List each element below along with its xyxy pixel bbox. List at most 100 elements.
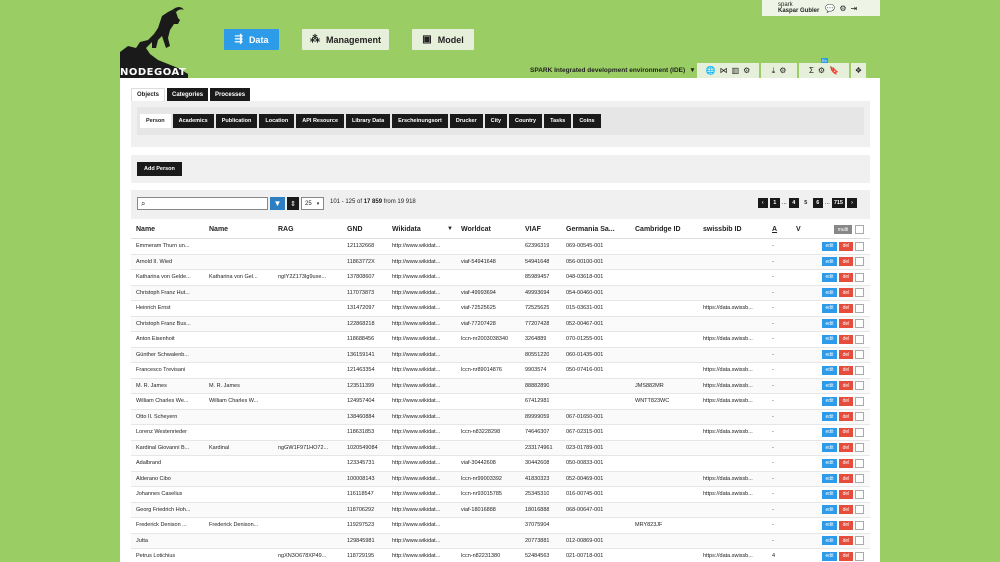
pager-page-4[interactable]: 4 [788,198,799,208]
pager-page-6[interactable]: 6 [812,198,823,208]
nav-data-button[interactable]: ⇶ Data [224,29,279,50]
delete-button[interactable]: del [839,474,853,483]
layers-tool[interactable]: ❖ [851,63,866,78]
edit-button[interactable]: edit [822,412,837,421]
column-header-name-2[interactable]: Name [209,226,228,233]
delete-button[interactable]: del [839,272,853,282]
row-checkbox[interactable] [855,334,864,344]
analysis-tool-group[interactable]: 🌐 ⋈ ▥ ⚙ [697,63,759,78]
table-row[interactable]: Johannes Caselius 116118547 http://www.wik… [131,487,870,503]
row-checkbox[interactable] [855,319,864,328]
row-checkbox[interactable] [855,536,864,545]
row-checkbox[interactable] [855,443,864,452]
type-tab-publication[interactable]: Publication [215,114,258,128]
delete-button[interactable]: del [839,412,853,421]
row-checkbox[interactable] [855,412,864,421]
delete-button[interactable]: del [839,241,853,251]
column-header-germania-sacra[interactable]: Germania Sa... [566,226,615,233]
share-icon[interactable]: ⋈ [720,66,728,75]
settings-icon[interactable]: ⚙ [743,66,750,75]
column-header-rag[interactable]: RAG [278,226,294,233]
delete-button[interactable]: del [839,334,853,344]
row-checkbox[interactable] [855,365,864,375]
edit-button[interactable]: edit [822,520,837,530]
table-row[interactable]: Georg Friedrich Hoh... 118706292 http://ww… [131,502,870,518]
type-tab-erscheinungsort[interactable]: Erscheinungsort [392,114,448,128]
filter-button[interactable]: ▼ [270,197,285,210]
layers-icon[interactable]: ❖ [855,66,862,75]
pager-prev[interactable]: ‹ [757,198,768,208]
delete-button[interactable]: del [839,303,853,313]
type-tab-academics[interactable]: Academics [172,114,214,128]
column-header-worldcat[interactable]: Worldcat [461,226,491,233]
column-header-swissbib-id[interactable]: swissbib ID [703,226,742,233]
table-row[interactable]: Christoph Franz Hut... 117073873 http://ww… [131,285,870,301]
column-header-viaf[interactable]: VIAF [525,226,541,233]
delete-button[interactable]: del [839,427,853,437]
type-tab-tasks[interactable]: Tasks [544,114,572,128]
type-tab-person[interactable]: Person [140,114,171,128]
type-tab-api-resource[interactable]: API Resource [296,114,345,128]
table-row[interactable]: M. R. James M. R. James 123511399 http://ww… [131,378,870,394]
tab-objects[interactable]: Objects [131,88,166,101]
delete-button[interactable]: del [839,365,853,375]
row-checkbox[interactable] [855,427,864,437]
edit-button[interactable]: edit [822,458,837,468]
type-tab-drucker[interactable]: Drucker [449,114,483,128]
edit-button[interactable]: edit [822,381,837,390]
column-header-cambridge-id[interactable]: Cambridge ID [635,226,681,233]
edit-button[interactable]: edit [822,427,837,437]
table-row[interactable]: Heinrich Ernst 131472097 http://www.wikida… [131,301,870,317]
row-checkbox[interactable] [855,474,864,483]
tab-processes[interactable]: Processes [210,88,251,101]
row-checkbox[interactable] [855,241,864,251]
edit-button[interactable]: edit [822,241,837,251]
delete-button[interactable]: del [839,505,853,514]
table-row[interactable]: Alderano Cibo 100008143 http://www.wikidat… [131,471,870,487]
table-row[interactable]: Arnold II. Wied 11863772X http://www.wikid… [131,254,870,270]
sort-button[interactable]: ⇕ [287,197,299,210]
edit-button[interactable]: edit [822,536,837,545]
table-row[interactable]: Christoph Franz Bus... 122868218 http://ww… [131,316,870,332]
column-header-gnd[interactable]: GND [347,226,363,233]
row-checkbox[interactable] [855,288,864,297]
edit-button[interactable]: edit [822,474,837,483]
table-row[interactable]: Adalbrand 123345731 http://www.wikidat... v… [131,456,870,472]
type-tab-coins[interactable]: Coins [573,114,601,128]
bookmark-icon[interactable]: 🔖 [829,66,839,75]
table-row[interactable]: Francesco Trevisani 121463354 http://www.w… [131,363,870,379]
delete-button[interactable]: del [839,536,853,545]
edit-button[interactable]: edit [822,365,837,375]
delete-button[interactable]: del [839,458,853,468]
row-checkbox[interactable] [855,520,864,530]
table-row[interactable]: Kardinal Giovanni B... Kardinal ngGW1F971H… [131,440,870,456]
edit-button[interactable]: edit [822,551,837,561]
table-row[interactable]: Emmeram Thurn un... 121132668 http://www.w… [131,239,870,255]
edit-button[interactable]: edit [822,303,837,313]
pager-page-last[interactable]: 715 [831,198,845,208]
row-checkbox[interactable] [855,272,864,282]
pager-page-1[interactable]: 1 [769,198,780,208]
column-header-name[interactable]: Name [136,226,155,233]
edit-button[interactable]: edit [822,272,837,282]
download-icon[interactable]: ⤓ [772,66,776,76]
table-row[interactable]: Frederick Denison ... Frederick Denison..… [131,518,870,534]
edit-button[interactable]: edit [822,396,837,406]
row-checkbox[interactable] [855,381,864,390]
row-checkbox[interactable] [855,257,864,266]
row-checkbox[interactable] [855,505,864,514]
edit-button[interactable]: edit [822,443,837,452]
table-row[interactable]: Anton Eisenhoit 118688456 http://www.wikid… [131,332,870,348]
type-tab-city[interactable]: City [484,114,508,128]
nav-management-button[interactable]: ⁂ Management [302,29,389,50]
table-row[interactable]: Lorenz Westenrieder 118631853 http://www.w… [131,425,870,441]
ide-selector[interactable]: SPARK Integrated development environment… [530,67,696,74]
row-checkbox[interactable] [855,458,864,468]
multi-button[interactable]: multi [834,225,852,234]
row-checkbox[interactable] [855,489,864,499]
table-row[interactable]: Petrus Lotichius ngXN3O678XP49... 11872919… [131,549,870,562]
delete-button[interactable]: del [839,319,853,328]
row-checkbox[interactable] [855,396,864,406]
message-icon[interactable]: 💬 [825,4,835,13]
delete-button[interactable]: del [839,551,853,561]
